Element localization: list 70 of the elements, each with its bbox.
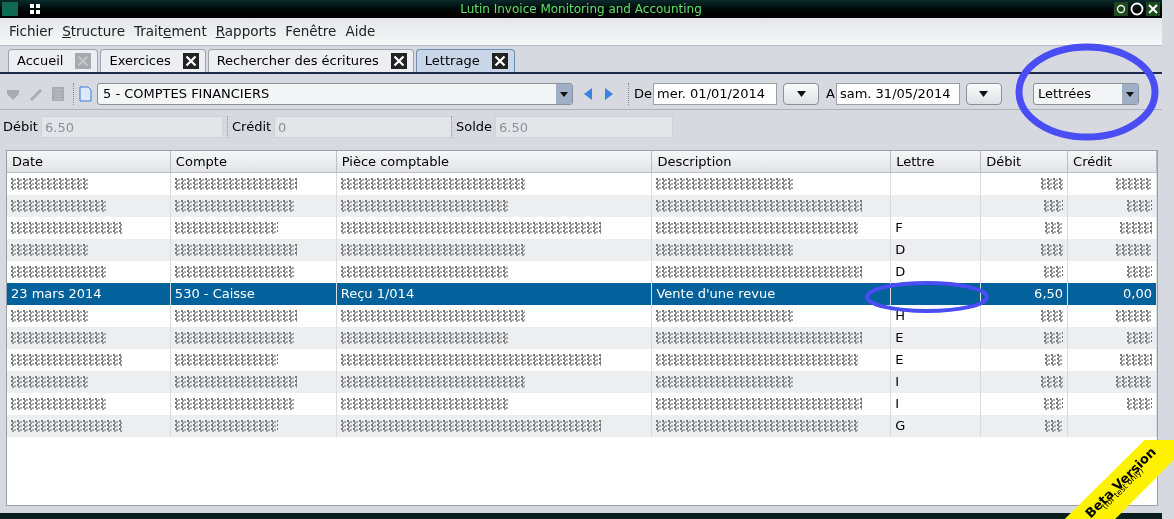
menu-item[interactable]: Fichier (9, 21, 54, 42)
start-date-field[interactable]: mer. 01/01/2014 (653, 82, 777, 105)
blurred-text (1041, 310, 1064, 322)
account-dropdown[interactable]: 5 - COMPTES FINANCIERS (97, 82, 573, 105)
table-row[interactable]: 23 mars 2014 530 - Caisse Reçu 1/014 Vente d'une revue 6,50 0,00 (7, 283, 1157, 305)
column-header[interactable]: Description (652, 151, 892, 173)
table-row[interactable]: G (7, 415, 1157, 437)
field-label: Crédit (232, 118, 272, 137)
table-row[interactable]: D (7, 239, 1157, 261)
date-picker-button[interactable] (783, 82, 819, 105)
filter-dropdown[interactable]: Lettrées (1032, 82, 1139, 105)
blurred-text (1116, 178, 1152, 190)
window-title: Lutin Invoice Monitoring and Accounting (460, 2, 702, 16)
field-label: Débit (3, 118, 38, 137)
table-row[interactable]: E (7, 327, 1157, 349)
blurred-text (1041, 244, 1064, 256)
blurred-text (1041, 178, 1064, 190)
blurred-text (1045, 354, 1064, 366)
end-date-field[interactable]: sam. 31/05/2014 (835, 82, 960, 105)
table-row[interactable] (7, 195, 1157, 217)
menu-item[interactable]: Aide (345, 21, 376, 42)
table-cell: G (891, 415, 982, 437)
blurred-text (1045, 222, 1064, 234)
tab[interactable]: Rechercher des écritures (207, 49, 414, 72)
previous-icon[interactable] (582, 86, 594, 101)
blurred-text (1127, 332, 1152, 344)
table-row[interactable]: I (7, 371, 1157, 393)
menu-item[interactable]: Fenêtre (285, 21, 337, 42)
tab[interactable]: Lettrage (415, 49, 515, 72)
caret-icon (979, 90, 989, 97)
field-label: Solde (456, 118, 493, 137)
column-header[interactable]: Lettre (891, 151, 982, 173)
column-header[interactable]: Date (7, 151, 171, 173)
close-icon[interactable] (491, 53, 508, 69)
blurred-text (1127, 398, 1152, 410)
blurred-text (1127, 200, 1152, 212)
menu-item[interactable]: Structure (62, 21, 125, 42)
menu-item[interactable]: Traitement (133, 21, 207, 42)
app-logo-icon (28, 2, 42, 16)
blurred-text (1044, 398, 1064, 410)
column-header[interactable]: Pièce comptable (336, 151, 653, 173)
column-header[interactable]: Crédit (1068, 151, 1157, 173)
blurred-text (1116, 310, 1152, 322)
tab[interactable]: Exercices (100, 49, 206, 72)
column-header[interactable]: Compte (170, 151, 337, 173)
field-label: De (634, 84, 652, 103)
field-label: A (826, 84, 835, 103)
blurred-text (1127, 266, 1152, 278)
blurred-text (1116, 244, 1152, 256)
next-icon[interactable] (603, 86, 615, 101)
close-icon[interactable] (1146, 2, 1160, 16)
blurred-text (1044, 266, 1064, 278)
column-header[interactable]: Débit (981, 151, 1069, 173)
close-icon[interactable] (390, 53, 407, 69)
blurred-text (1044, 332, 1064, 344)
maximize-button[interactable] (1130, 2, 1144, 16)
caret-icon (796, 90, 806, 97)
menu-item[interactable]: Rapports (215, 21, 277, 42)
close-icon[interactable] (182, 53, 199, 69)
blurred-text (1120, 354, 1152, 366)
app-icon (2, 2, 18, 16)
blurred-text (1044, 200, 1064, 212)
tab[interactable]: Accueil (8, 49, 99, 72)
document-icon[interactable] (79, 85, 92, 102)
blurred-text (1120, 222, 1152, 234)
blurred-text (1041, 376, 1064, 388)
minimize-button[interactable] (1114, 2, 1128, 16)
blurred-text (1045, 420, 1064, 432)
blurred-text (1116, 376, 1152, 388)
date-picker-button[interactable] (965, 82, 1002, 105)
